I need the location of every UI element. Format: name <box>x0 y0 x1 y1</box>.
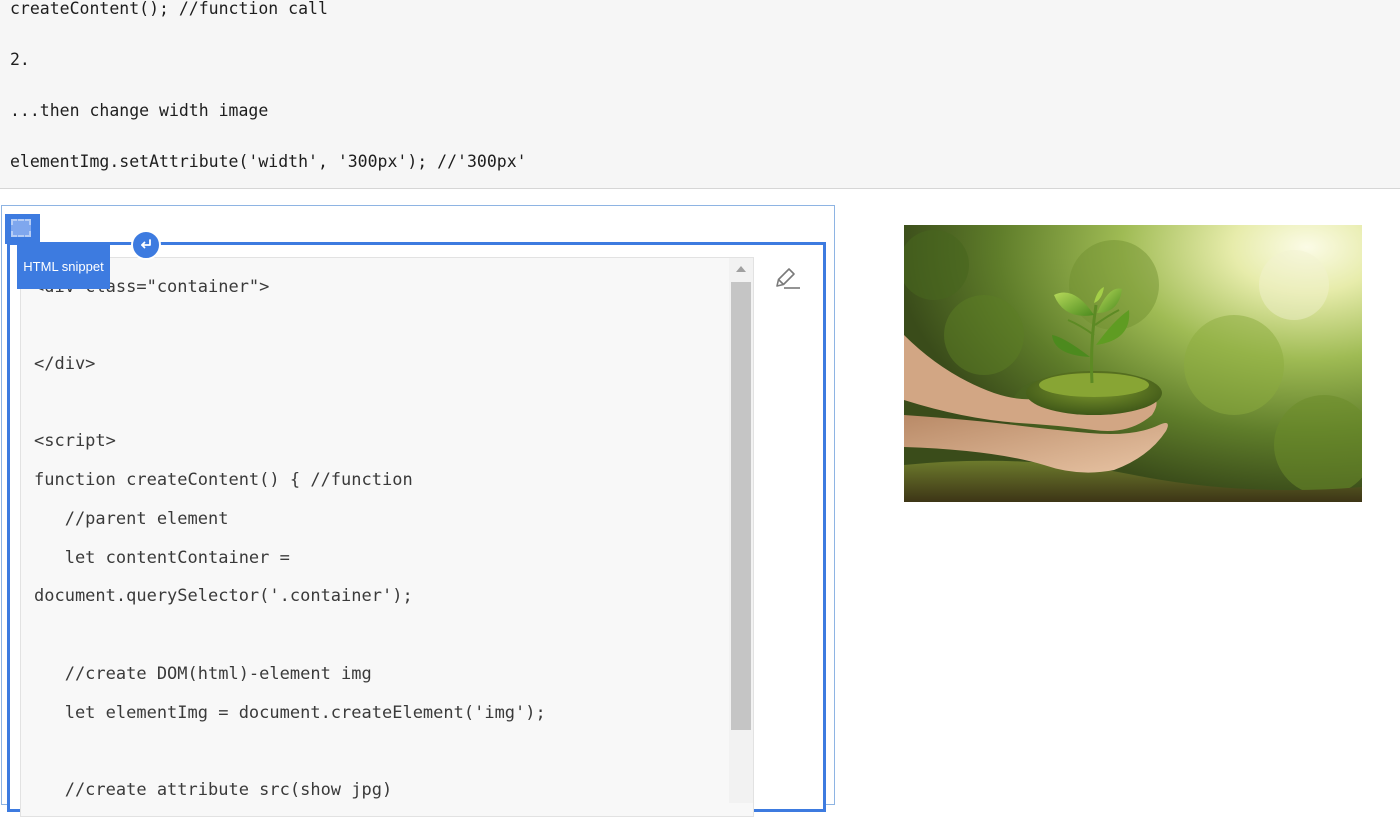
snippet-line: document.querySelector('.container'); <box>34 586 413 606</box>
block-drag-handle-icon[interactable] <box>5 214 40 244</box>
code-line-number: 2. <box>10 50 30 69</box>
snippet-line: <script> <box>34 431 116 451</box>
code-line-comment: ...then change width image <box>10 101 269 120</box>
hands-holding-seedling-photo <box>904 225 1362 502</box>
html-snippet-label: HTML snippet <box>17 244 110 289</box>
snippet-line: //create DOM(html)-element img <box>34 664 372 684</box>
snippet-code-view[interactable]: <div class="container"> </div> <script> … <box>20 257 754 817</box>
pencil-icon[interactable] <box>768 262 802 296</box>
snippet-line: </div> <box>34 354 96 374</box>
code-line-set-attribute: elementImg.setAttribute('width', '300px'… <box>10 152 527 171</box>
scroll-up-arrow-icon[interactable] <box>729 258 753 280</box>
snippet-line: let elementImg = document.createElement(… <box>34 703 546 723</box>
top-code-block: createContent(); //function call 2. ...t… <box>0 0 1400 189</box>
scroll-thumb[interactable] <box>731 282 751 730</box>
snippet-line: //create attribute src(show jpg) <box>34 780 393 800</box>
snippet-line: //parent element <box>34 509 229 529</box>
code-line-function-call: createContent(); //function call <box>10 0 328 18</box>
snippet-line: function createContent() { //function <box>34 470 413 490</box>
code-scrollbar[interactable] <box>729 258 753 803</box>
enter-arrow-icon[interactable] <box>131 230 161 260</box>
snippet-line: let contentContainer = <box>34 548 290 568</box>
